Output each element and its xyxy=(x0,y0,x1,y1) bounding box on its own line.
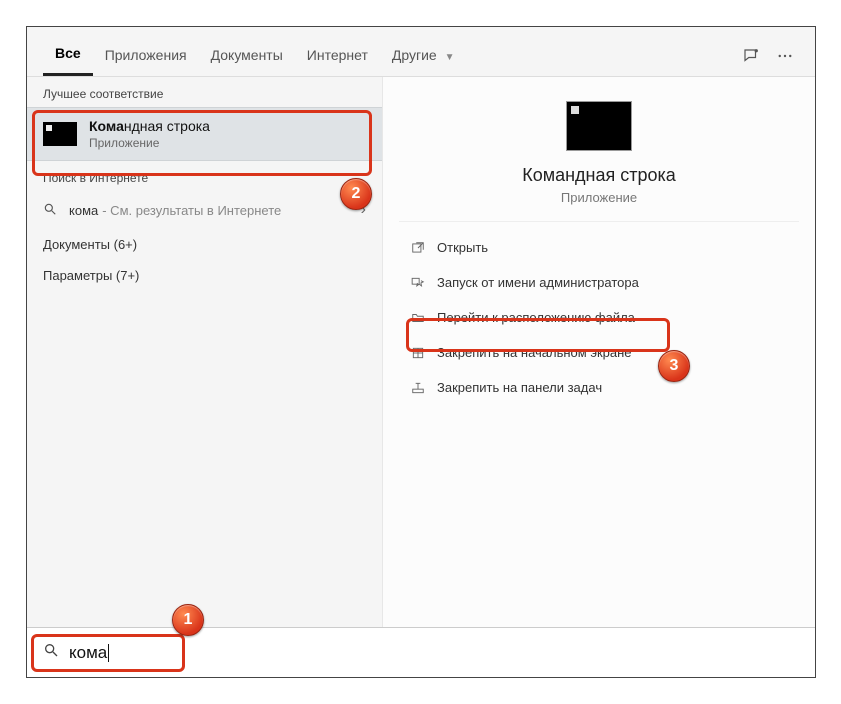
tab-more-label: Другие xyxy=(392,47,437,63)
actions-list: Открыть Запуск от имени администратора П… xyxy=(399,221,799,413)
action-pin-start-label: Закрепить на начальном экране xyxy=(437,345,632,360)
text-caret xyxy=(108,644,109,662)
action-open-label: Открыть xyxy=(437,240,488,255)
action-open-location-label: Перейти к расположению файла xyxy=(437,310,635,325)
preview-header: Командная строка Приложение xyxy=(383,77,815,221)
chevron-down-icon: ▼ xyxy=(445,52,455,63)
cmd-icon xyxy=(43,122,77,146)
shield-icon xyxy=(407,276,429,290)
best-match-result[interactable]: Командная строка Приложение xyxy=(27,107,382,161)
tab-more[interactable]: Другие ▼ xyxy=(380,37,467,75)
results-pane: Лучшее соответствие Командная строка При… xyxy=(27,77,382,627)
preview-pane: Командная строка Приложение Открыть Запу… xyxy=(382,77,815,627)
best-match-title: Командная строка xyxy=(89,118,210,134)
category-settings[interactable]: Параметры (7+) xyxy=(27,260,382,291)
section-best-match: Лучшее соответствие xyxy=(27,77,382,107)
preview-thumb-icon xyxy=(566,101,632,151)
search-icon xyxy=(43,642,59,663)
more-icon[interactable] xyxy=(771,42,799,70)
folder-icon xyxy=(407,311,429,325)
chevron-right-icon: › xyxy=(361,201,366,219)
web-hint: - См. результаты в Интернете xyxy=(102,203,281,218)
search-bar[interactable]: кома xyxy=(27,627,815,677)
best-match-subtitle: Приложение xyxy=(89,136,210,150)
web-query: кома xyxy=(69,203,98,218)
action-pin-start[interactable]: Закрепить на начальном экране xyxy=(399,335,799,370)
category-documents[interactable]: Документы (6+) xyxy=(27,229,382,260)
preview-subtitle: Приложение xyxy=(561,190,637,205)
action-open-location[interactable]: Перейти к расположению файла xyxy=(399,300,799,335)
best-match-text: Командная строка Приложение xyxy=(89,118,210,150)
web-result[interactable]: кома - См. результаты в Интернете › xyxy=(27,191,382,229)
feedback-icon[interactable] xyxy=(737,42,765,70)
best-match-bold: Кома xyxy=(89,118,124,134)
pin-taskbar-icon xyxy=(407,381,429,395)
action-run-admin[interactable]: Запуск от имени администратора xyxy=(399,265,799,300)
open-icon xyxy=(407,241,429,255)
action-pin-taskbar-label: Закрепить на панели задач xyxy=(437,380,602,395)
content-body: Лучшее соответствие Командная строка При… xyxy=(27,77,815,627)
search-window: Все Приложения Документы Интернет Другие… xyxy=(26,26,816,678)
action-run-admin-label: Запуск от имени администратора xyxy=(437,275,639,290)
preview-title: Командная строка xyxy=(522,165,676,186)
tabs-bar: Все Приложения Документы Интернет Другие… xyxy=(27,27,815,77)
tab-documents[interactable]: Документы xyxy=(199,37,295,75)
section-web: Поиск в Интернете xyxy=(27,161,382,191)
tab-all[interactable]: Все xyxy=(43,35,93,76)
search-input[interactable]: кома xyxy=(69,643,109,663)
tab-web[interactable]: Интернет xyxy=(295,37,380,75)
pin-start-icon xyxy=(407,346,429,360)
search-icon xyxy=(43,202,59,219)
best-match-rest: ндная строка xyxy=(124,118,210,134)
search-value: кома xyxy=(69,643,107,663)
tab-apps[interactable]: Приложения xyxy=(93,37,199,75)
action-pin-taskbar[interactable]: Закрепить на панели задач xyxy=(399,370,799,405)
action-open[interactable]: Открыть xyxy=(399,230,799,265)
